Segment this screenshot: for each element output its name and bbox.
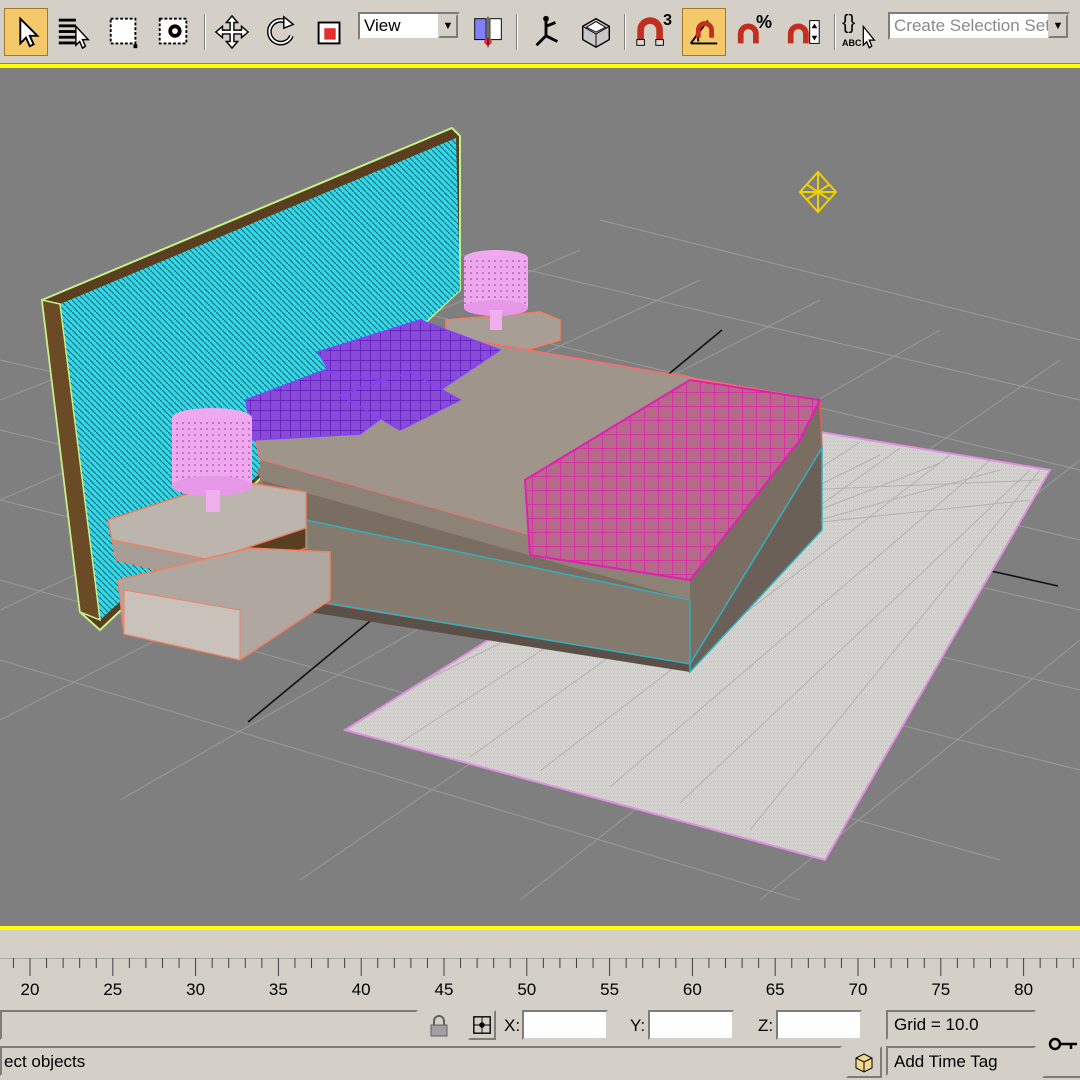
key-icon	[1048, 1037, 1077, 1051]
timeline-tick-label: 25	[103, 980, 123, 999]
perspective-viewport[interactable]	[0, 64, 1080, 930]
rotate-button[interactable]	[258, 8, 302, 56]
timeline-tick-label: 35	[268, 980, 288, 999]
time-tag-cube-icon	[855, 1053, 873, 1073]
status-bar: X: Y: Z: Grid = 10.0 ect objects Add Tim…	[0, 1006, 1080, 1080]
timeline-tick-label: 60	[682, 980, 702, 999]
timeline-tick-label: 30	[186, 980, 206, 999]
z-coordinate-input[interactable]	[776, 1010, 862, 1040]
grid-size-display: Grid = 10.0	[886, 1010, 1036, 1040]
move-button[interactable]	[210, 8, 254, 56]
maxscript-listener-field[interactable]	[0, 1010, 418, 1040]
window-crossing-icon	[158, 17, 188, 45]
transform-mode-icon	[473, 1016, 491, 1034]
angle-snap-button[interactable]	[682, 8, 726, 56]
prompt-line: ect objects	[0, 1046, 842, 1076]
percent-snap-button[interactable]: %	[732, 8, 776, 56]
coord-system-value: View	[364, 16, 401, 35]
rectangular-selection-icon	[109, 17, 138, 49]
timeline-tick-label: 80	[1014, 980, 1034, 999]
select-and-manipulate-button[interactable]	[524, 8, 568, 56]
named-selection-sets-dropdown[interactable]: Create Selection Set ▼	[888, 12, 1070, 40]
snaps-toggle-button[interactable]: 3	[630, 8, 674, 56]
toolbar-separator	[516, 14, 518, 50]
z-label: Z:	[758, 1016, 774, 1035]
chevron-down-icon: ▼	[1048, 14, 1068, 38]
y-coordinate-input[interactable]	[648, 1010, 734, 1040]
light-helper	[798, 170, 838, 214]
edit-named-selections-icon	[862, 24, 876, 49]
chevron-down-icon: ▼	[438, 14, 458, 38]
select-object-icon	[19, 16, 40, 48]
main-toolbar: View ▼ 3 % {} ABC Create Selection Set ▼	[0, 0, 1080, 64]
add-time-tag-label: Add Time Tag	[894, 1052, 998, 1071]
set-key-button[interactable]	[1042, 1010, 1080, 1078]
pivot-center-icon	[474, 16, 502, 48]
y-label: Y:	[630, 1016, 646, 1035]
spinner-snap-icon	[787, 20, 820, 44]
add-time-tag-field[interactable]: Add Time Tag	[886, 1046, 1036, 1076]
time-tag-button[interactable]	[846, 1046, 882, 1078]
select-and-manipulate-icon	[535, 15, 559, 47]
absolute-mode-transform-button[interactable]	[468, 1010, 496, 1040]
scale-button[interactable]	[308, 8, 352, 56]
toolbar-separator	[204, 14, 206, 50]
select-object-button[interactable]	[4, 8, 48, 56]
keyboard-shortcut-override-icon	[581, 17, 611, 49]
named-selection-sets-input: Create Selection Set	[894, 16, 1048, 35]
timeline-tick-label: 40	[351, 980, 371, 999]
timeline-tick-label: 70	[848, 980, 868, 999]
snaps-dimension-label: 3	[663, 12, 672, 29]
x-coordinate-input[interactable]	[522, 1010, 608, 1040]
select-by-name-icon	[58, 18, 90, 50]
timeline-tick-label: 65	[765, 980, 785, 999]
select-by-name-button[interactable]	[52, 8, 96, 56]
scale-icon	[317, 21, 341, 45]
angle-snap-icon	[689, 20, 718, 45]
timeline-tick-label: 55	[600, 980, 620, 999]
timeline[interactable]: 20 25 30 35 40 45 50 55 60 65 70 75 80	[0, 934, 1080, 1006]
percent-label: %	[755, 12, 772, 32]
reference-coordinate-system-dropdown[interactable]: View ▼	[358, 12, 460, 40]
time-ruler	[0, 958, 1080, 976]
timeline-tick-label: 75	[931, 980, 951, 999]
pivot-center-button[interactable]	[466, 8, 510, 56]
x-label: X:	[504, 1016, 521, 1035]
grid-size-label: Grid = 10.0	[894, 1015, 979, 1034]
timeline-tick-label: 20	[20, 980, 40, 999]
timeline-tick-label: 45	[434, 980, 454, 999]
toolbar-separator	[624, 14, 626, 50]
rotate-icon	[267, 15, 295, 46]
move-icon	[214, 14, 250, 50]
edit-named-selections-button[interactable]: {} ABC	[838, 8, 882, 56]
timeline-tick-label: 50	[517, 980, 537, 999]
toolbar-separator	[834, 14, 836, 50]
spinner-snap-button[interactable]	[782, 8, 826, 56]
prompt-text: ect objects	[4, 1052, 86, 1071]
selection-lock-icon[interactable]	[428, 1014, 450, 1038]
keyboard-shortcut-override-button[interactable]	[574, 8, 618, 56]
scene-view	[0, 126, 1080, 901]
rectangular-selection-button[interactable]	[102, 8, 146, 56]
window-crossing-button[interactable]	[152, 8, 196, 56]
